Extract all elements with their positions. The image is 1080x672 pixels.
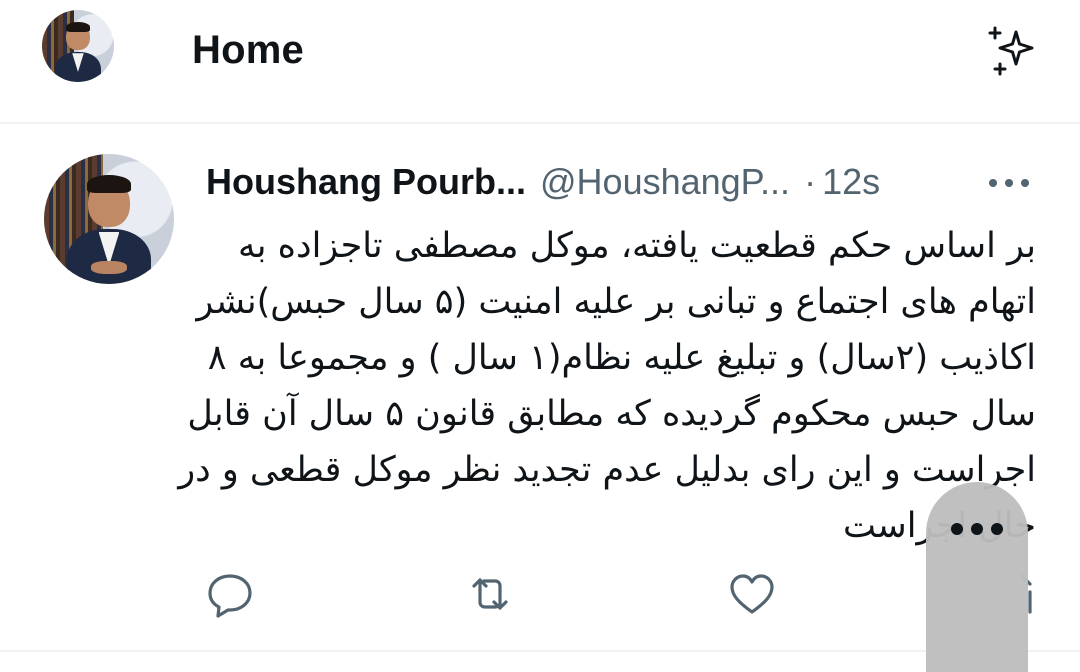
heart-icon[interactable]: [728, 570, 776, 618]
divider: [0, 650, 1080, 652]
tweet-text: بر اساس حکم قطعیت یافته، موکل مصطفی تاجز…: [178, 218, 1036, 554]
tweet-text-line: اتهام های اجتماع و تبانی بر علیه امنیت (…: [196, 282, 1036, 322]
more-options-icon[interactable]: [986, 176, 1032, 190]
top-app-bar: Home: [0, 0, 1080, 124]
profile-avatar[interactable]: [42, 10, 114, 82]
separator-dot: ·: [804, 161, 817, 202]
tweet-timestamp[interactable]: 12s: [822, 161, 880, 202]
tweet-text-line: حال اجراست: [843, 506, 1036, 546]
page-title: Home: [192, 28, 304, 72]
author-display-name[interactable]: Houshang Pourb...: [206, 161, 526, 202]
sparkle-icon[interactable]: [986, 24, 1042, 80]
author-handle[interactable]: @HoushangP...: [540, 161, 790, 202]
reply-icon[interactable]: [206, 570, 254, 618]
avatar-hair: [65, 21, 91, 32]
tweet-author-avatar[interactable]: [44, 154, 174, 284]
tweet-text-line: اکاذیب (۲سال) و تبلیغ علیه نظام(۱ سال ) …: [207, 338, 1036, 378]
tweet-text-line: سال حبس محکوم گردیده که مطابق قانون ۵ سا…: [187, 394, 1036, 434]
tweet-text-line: اجراست و این رای بدلیل عدم تجدید نظر موک…: [178, 450, 1036, 490]
tweet-card[interactable]: Houshang Pourb... @HoushangP... · 12s بر اس…: [0, 124, 1080, 672]
avatar-hands: [90, 260, 128, 274]
retweet-icon[interactable]: [466, 570, 514, 618]
tweet-text-line: بر اساس حکم قطعیت یافته، موکل مصطفی تاجز…: [238, 226, 1036, 266]
avatar-hair: [86, 174, 132, 193]
tweet-header: Houshang Pourb... @HoushangP... · 12s: [206, 160, 880, 204]
floating-overlay-handle[interactable]: [926, 482, 1028, 672]
more-horizontal-icon[interactable]: [948, 520, 1006, 538]
